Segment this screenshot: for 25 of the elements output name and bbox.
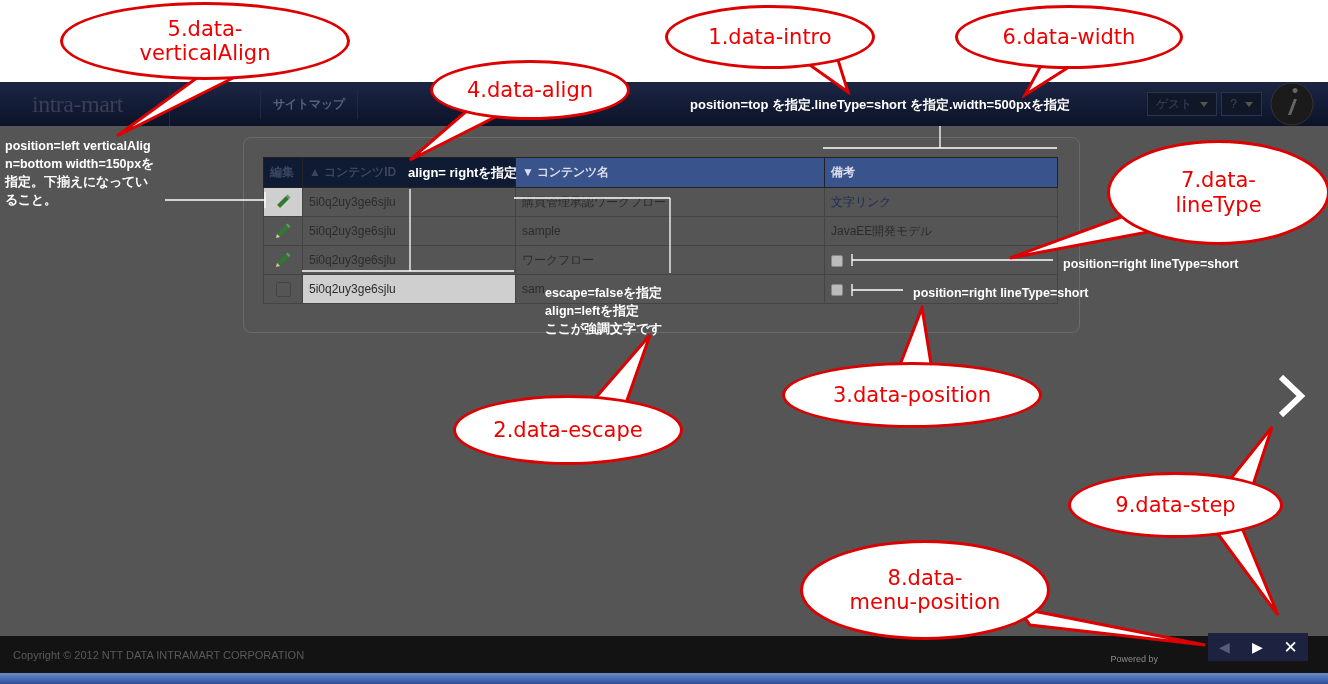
powered-by-text: Powered by (1110, 652, 1158, 664)
leader-line (851, 283, 904, 297)
caret-icon (1245, 101, 1253, 107)
tooltip-text: ここが強調文字です (545, 320, 662, 338)
checkbox[interactable] (831, 254, 843, 267)
table-cell: 5i0q2uy3ge6sjlu (302, 274, 516, 304)
pencil-icon[interactable] (274, 222, 292, 240)
nav-link[interactable]: サイトマップ (260, 89, 358, 119)
tooltip-text: position=right lineType=short (913, 285, 1089, 302)
pencil-icon[interactable] (274, 251, 292, 269)
checkbox[interactable] (831, 283, 843, 296)
caret-icon (1200, 101, 1209, 107)
copyright-text: Copyright © 2012 NTT DATA INTRAMART CORPORATION (13, 648, 305, 661)
help-menu-button[interactable]: ? (1221, 92, 1262, 116)
pencil-icon[interactable] (274, 193, 292, 211)
tooltip-text: position=right lineType=short (1063, 256, 1239, 273)
tooltip-text: position=top を指定.lineType=short を指定.width=500pxを指定 (690, 96, 1071, 114)
tooltip-text: position=left verticalAlign=bottom width=150pxを指定。下揃えになっていること。 (5, 138, 156, 209)
tooltip-text: align=leftを指定 (545, 303, 640, 320)
tooltip-text: escape=falseを指定 (545, 285, 663, 302)
column-header[interactable]: 備考 (824, 157, 1058, 188)
close-button[interactable]: ✕ (1274, 633, 1307, 661)
next-button[interactable]: ▶ (1241, 633, 1274, 661)
chevron-right-icon[interactable] (1276, 374, 1306, 418)
logo-icon[interactable] (1270, 82, 1314, 126)
